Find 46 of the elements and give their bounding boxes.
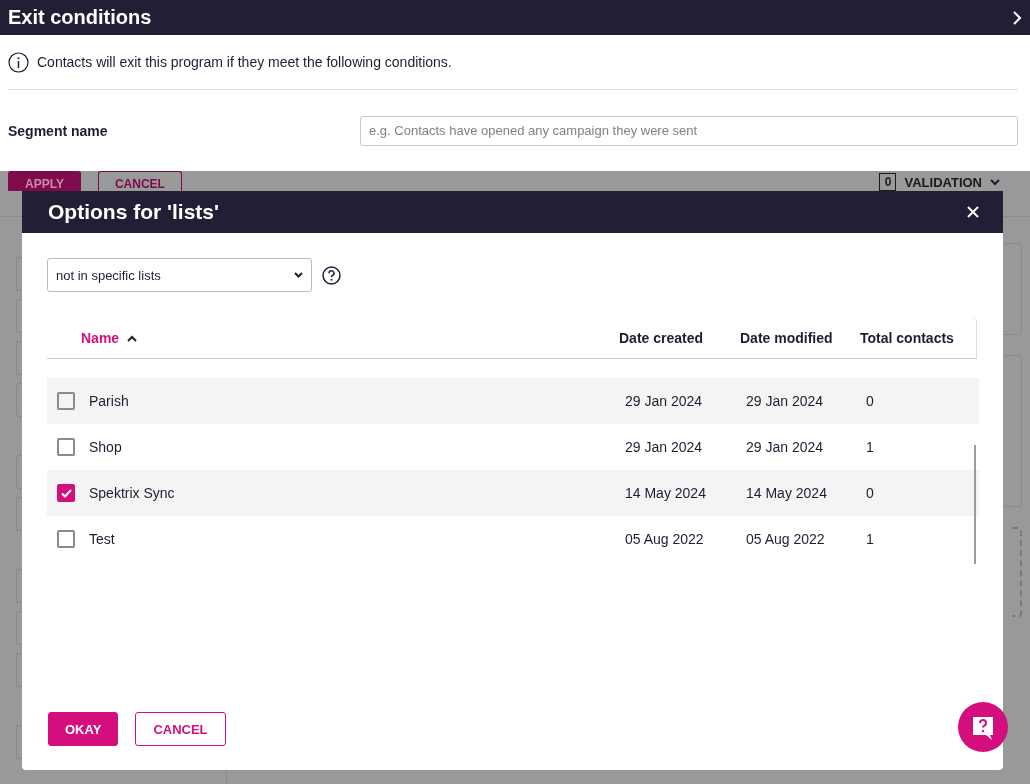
close-icon[interactable] xyxy=(967,206,979,218)
table-cell-text: Spektrix Sync xyxy=(89,485,176,501)
help-icon[interactable] xyxy=(322,265,341,285)
table-cell-text: 0 xyxy=(866,485,875,501)
filter-dropdown[interactable]: not in specific lists xyxy=(47,258,312,292)
table-cell-text: 05 Aug 2022 xyxy=(625,531,705,547)
scrollbar[interactable] xyxy=(974,445,976,564)
table-cell-text: 0 xyxy=(866,393,875,409)
table-cell-text: 29 Jan 2024 xyxy=(746,439,825,455)
table-cell-text: Parish xyxy=(89,393,130,409)
table-cell-text: 05 Aug 2022 xyxy=(746,531,826,547)
column-header[interactable]: Name xyxy=(81,330,619,346)
chevron-down-icon xyxy=(294,272,303,278)
table-cell-text: 14 May 2024 xyxy=(746,485,828,501)
dialog-title: Options for 'lists' xyxy=(48,200,219,224)
table-cell-text: 29 Jan 2024 xyxy=(625,393,704,409)
info-text: Contacts will exit this program if they meet the following conditions. xyxy=(37,54,452,70)
info-icon xyxy=(8,51,29,73)
validation-toggle[interactable]: VALIDATION xyxy=(904,174,982,190)
checkmark-icon xyxy=(60,488,72,498)
checkbox[interactable] xyxy=(57,392,75,410)
checkbox[interactable] xyxy=(57,438,75,456)
chevron-down-icon[interactable] xyxy=(990,178,1000,186)
table-cell-text: Test xyxy=(89,531,116,547)
column-header[interactable]: Total contacts xyxy=(860,330,976,346)
table-cell-text: 29 Jan 2024 xyxy=(746,393,825,409)
chevron-right-icon[interactable] xyxy=(1012,10,1022,25)
table-cell-text: 1 xyxy=(866,531,875,547)
action-button[interactable]: CANCEL xyxy=(97,171,182,191)
field-label: Segment name xyxy=(8,122,108,139)
table-cell-text: Shop xyxy=(89,439,123,455)
segment-name-field[interactable]: e.g. Contacts have opened any campaign they were sent xyxy=(360,115,1018,146)
column-header[interactable]: Date created xyxy=(619,330,740,346)
sort-ascending-icon xyxy=(127,334,138,342)
checkbox[interactable] xyxy=(57,484,75,502)
help-chat-button[interactable] xyxy=(958,702,1008,752)
table-cell-text: 1 xyxy=(866,439,875,455)
count-badge: 0 xyxy=(879,173,897,191)
column-header[interactable]: Date modified xyxy=(740,330,860,346)
table-cell-text: 14 May 2024 xyxy=(625,485,707,501)
action-button[interactable]: APPLY xyxy=(8,171,81,191)
dialog-button[interactable]: CANCEL xyxy=(135,712,226,746)
checkbox[interactable] xyxy=(57,530,75,548)
table-cell-text: 29 Jan 2024 xyxy=(625,439,704,455)
panel-title: Exit conditions xyxy=(8,6,152,29)
dialog-button[interactable]: OKAY xyxy=(48,712,119,746)
